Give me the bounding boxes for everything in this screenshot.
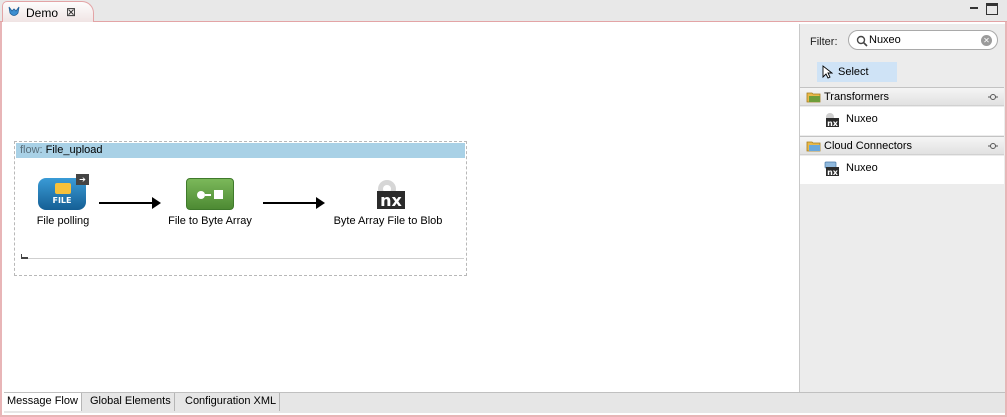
flow-name: File_upload [45, 144, 103, 156]
flow-header[interactable]: flow: File_upload [16, 143, 465, 158]
folder-icon [806, 92, 821, 103]
editor-bottom-tabs: Message Flow Global Elements Configurati… [4, 392, 1005, 413]
minimize-icon[interactable] [968, 3, 980, 15]
nuxeo-icon: nx [826, 113, 839, 127]
flow-arrow [263, 197, 325, 209]
flow-prefix: flow: [20, 144, 43, 156]
search-icon [856, 35, 868, 47]
transformer-square [214, 190, 223, 199]
svg-text:nx: nx [827, 119, 839, 127]
flow-editor: flow: File_upload FILE ➔ File polling Fil… [0, 22, 1007, 417]
transformer-icon[interactable] [186, 178, 234, 210]
select-tool[interactable]: Select [817, 62, 897, 82]
editor-tab-bar: Demo ⊠ [0, 0, 1007, 22]
folder-icon [806, 141, 821, 152]
node-label: Byte Array File to Blob [333, 215, 443, 227]
drawer-title: Cloud Connectors [824, 140, 913, 152]
svg-text:nx: nx [827, 168, 839, 176]
nuxeo-icon[interactable]: nx [373, 178, 407, 210]
message-flow-canvas[interactable]: flow: File_upload FILE ➔ File polling Fil… [4, 24, 800, 392]
drawer-cloud-connectors[interactable]: Cloud Connectors [800, 136, 1004, 155]
file-icon-text: FILE [52, 196, 72, 205]
pin-icon[interactable] [988, 142, 998, 150]
tab-configuration-xml[interactable]: Configuration XML [182, 393, 281, 411]
transformer-dot [197, 191, 205, 199]
drawer-body-cloud-connectors: nx Nuxeo [800, 156, 1004, 184]
node-label: File to Byte Array [168, 215, 252, 227]
transformer-arrow [205, 194, 211, 196]
mule-icon [8, 6, 20, 16]
close-icon[interactable]: ⊠ [66, 5, 76, 19]
tab-message-flow[interactable]: Message Flow [4, 393, 82, 411]
filter-value: Nuxeo [869, 34, 901, 46]
pin-icon[interactable] [988, 93, 998, 101]
drawer-body-transformers: nx Nuxeo [800, 107, 1004, 135]
drawer-title: Transformers [824, 91, 889, 103]
clear-icon[interactable]: ✕ [981, 35, 992, 46]
select-label: Select [838, 66, 869, 78]
nuxeo-icon: nx [824, 161, 839, 176]
palette-filter: Filter: Nuxeo ✕ [800, 24, 1006, 58]
editor-tab-demo[interactable]: Demo ⊠ [2, 1, 94, 22]
flow-arrow [99, 197, 161, 209]
tab-global-elements[interactable]: Global Elements [87, 393, 175, 411]
node-label: File polling [36, 215, 90, 227]
folder-icon [55, 183, 71, 194]
file-endpoint-icon[interactable]: FILE ➔ [38, 174, 89, 210]
drawer-transformers[interactable]: Transformers [800, 87, 1004, 106]
cursor-icon [822, 65, 833, 79]
flow-end-marker [21, 254, 28, 259]
editor-tab-title: Demo [26, 6, 59, 20]
palette: Filter: Nuxeo ✕ Select Transformers nx N… [799, 24, 1005, 392]
nuxeo-icon-text: nx [380, 191, 402, 210]
flow-divider [21, 258, 464, 259]
inbound-arrow-icon: ➔ [76, 174, 89, 185]
palette-item-label: Nuxeo [846, 162, 878, 174]
maximize-icon[interactable] [986, 3, 998, 15]
palette-item-label: Nuxeo [846, 113, 878, 125]
filter-input[interactable]: Nuxeo ✕ [848, 30, 998, 50]
filter-label: Filter: [810, 36, 838, 48]
